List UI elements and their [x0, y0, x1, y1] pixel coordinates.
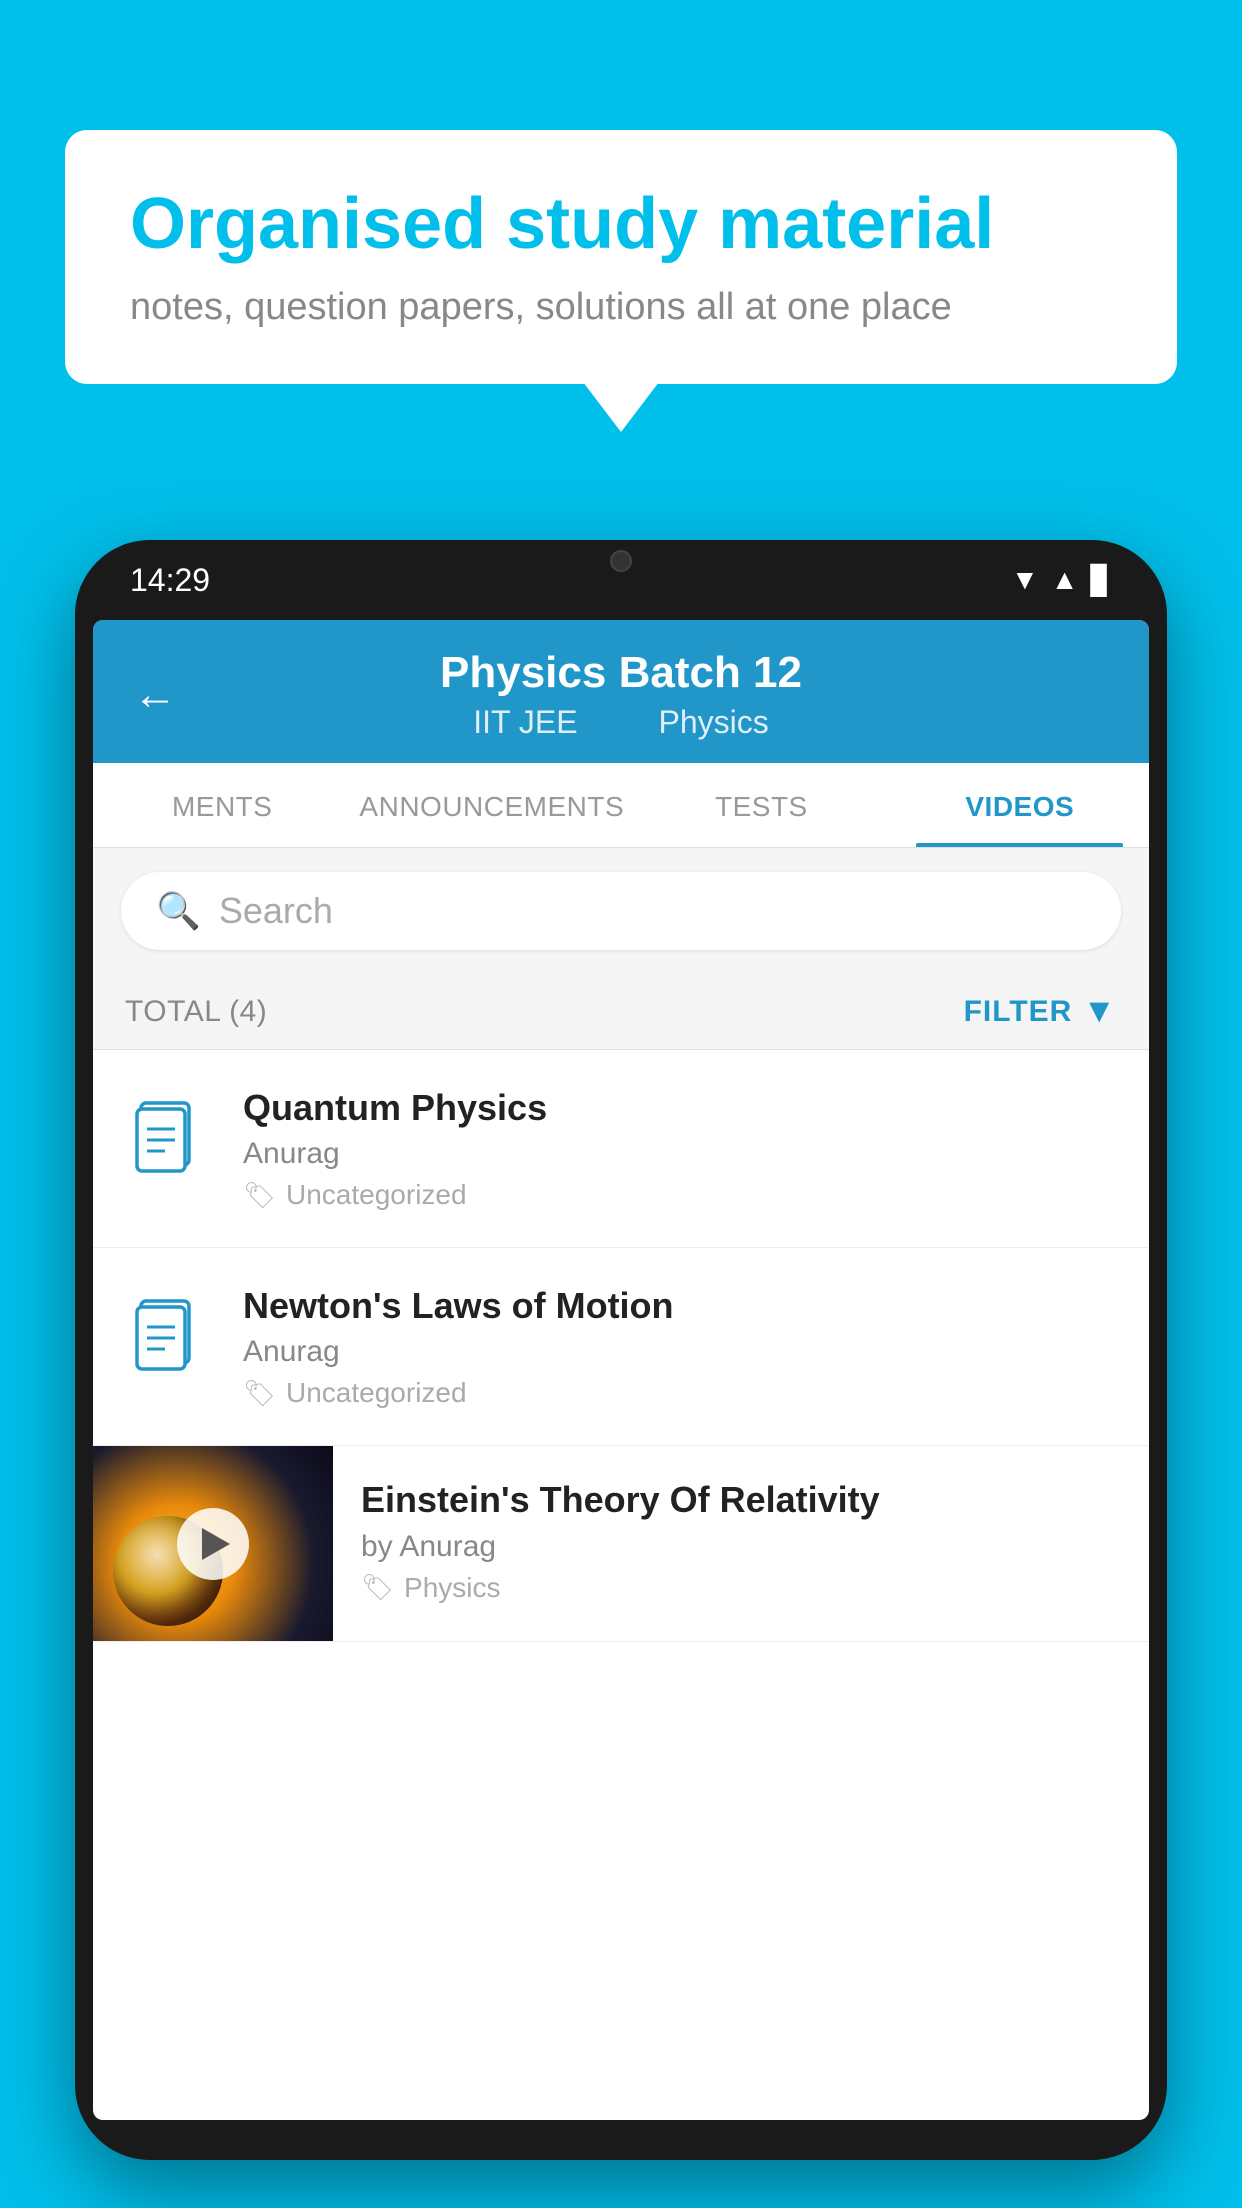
tab-announcements[interactable]: ANNOUNCEMENTS [351, 763, 632, 847]
header-center: Physics Batch 12 IIT JEE Physics [440, 648, 802, 741]
video-tag-3: 🏷 Physics [361, 1572, 1121, 1604]
tag-label-1: Uncategorized [286, 1179, 467, 1211]
app-header: ← Physics Batch 12 IIT JEE Physics [93, 620, 1149, 763]
video-tag-2: 🏷 Uncategorized [243, 1377, 1117, 1409]
header-title: Physics Batch 12 [440, 648, 802, 698]
search-icon: 🔍 [156, 890, 201, 932]
header-row: ← Physics Batch 12 IIT JEE Physics [133, 648, 1109, 741]
play-icon [202, 1528, 230, 1560]
tabs-bar: MENTS ANNOUNCEMENTS TESTS VIDEOS [93, 763, 1149, 848]
video-title-3: Einstein's Theory Of Relativity [361, 1478, 1121, 1521]
header-subtitle-iitjee: IIT JEE [473, 704, 577, 740]
search-placeholder: Search [219, 890, 333, 932]
search-container: 🔍 Search [93, 848, 1149, 974]
filter-label: FILTER [964, 995, 1073, 1029]
phone-notch [561, 540, 681, 582]
file-svg-icon-2 [133, 1295, 208, 1380]
tag-icon-2: 🏷 [243, 1378, 276, 1409]
video-thumbnail [93, 1446, 333, 1641]
video-info-2: Newton's Laws of Motion Anurag 🏷 Uncateg… [243, 1284, 1117, 1409]
phone-screen: ← Physics Batch 12 IIT JEE Physics MENTS [93, 620, 1149, 2120]
video-author-1: Anurag [243, 1137, 1117, 1171]
play-button[interactable] [177, 1508, 249, 1580]
video-author-3: by Anurag [361, 1530, 1121, 1564]
phone-status-icons: ▼ ▲ ▊ [1011, 564, 1112, 597]
file-svg-icon [133, 1097, 208, 1182]
total-count: TOTAL (4) [125, 995, 267, 1029]
phone: 14:29 ▼ ▲ ▊ ← Physics Batch 12 IIT JEE [75, 540, 1167, 2160]
bubble-subtitle: notes, question papers, solutions all at… [130, 286, 1112, 329]
file-icon-1 [125, 1094, 215, 1184]
video-info-1: Quantum Physics Anurag 🏷 Uncategorized [243, 1086, 1117, 1211]
list-item[interactable]: Quantum Physics Anurag 🏷 Uncategorized [93, 1050, 1149, 1248]
tab-videos[interactable]: VIDEOS [891, 763, 1149, 847]
phone-top-bar: 14:29 ▼ ▲ ▊ [75, 540, 1167, 620]
header-subtitle-physics: Physics [658, 704, 768, 740]
video-title-2: Newton's Laws of Motion [243, 1284, 1117, 1327]
search-bar[interactable]: 🔍 Search [121, 872, 1121, 950]
video-list: Quantum Physics Anurag 🏷 Uncategorized [93, 1050, 1149, 1642]
file-icon-2 [125, 1292, 215, 1382]
speech-bubble: Organised study material notes, question… [65, 130, 1177, 384]
filter-button[interactable]: FILTER ▼ [964, 992, 1117, 1031]
video-author-2: Anurag [243, 1335, 1117, 1369]
wifi-icon: ▼ [1011, 564, 1039, 596]
list-item[interactable]: Newton's Laws of Motion Anurag 🏷 Uncateg… [93, 1248, 1149, 1446]
video-tag-1: 🏷 Uncategorized [243, 1179, 1117, 1211]
tag-label-2: Uncategorized [286, 1377, 467, 1409]
speech-bubble-container: Organised study material notes, question… [65, 130, 1177, 384]
header-subtitle: IIT JEE Physics [440, 704, 802, 741]
phone-camera [610, 550, 632, 572]
filter-funnel-icon: ▼ [1082, 992, 1117, 1031]
battery-icon: ▊ [1090, 564, 1112, 597]
back-arrow-button[interactable]: ← [133, 670, 177, 720]
video-info-3: Einstein's Theory Of Relativity by Anura… [333, 1446, 1149, 1635]
filter-row: TOTAL (4) FILTER ▼ [93, 974, 1149, 1050]
tag-icon-1: 🏷 [243, 1180, 276, 1211]
phone-container: 14:29 ▼ ▲ ▊ ← Physics Batch 12 IIT JEE [75, 540, 1167, 2208]
tab-ments[interactable]: MENTS [93, 763, 351, 847]
phone-time: 14:29 [130, 562, 210, 599]
tag-icon-3: 🏷 [361, 1572, 394, 1603]
list-item[interactable]: Einstein's Theory Of Relativity by Anura… [93, 1446, 1149, 1642]
bubble-title: Organised study material [130, 185, 1112, 264]
video-title-1: Quantum Physics [243, 1086, 1117, 1129]
tab-tests[interactable]: TESTS [632, 763, 890, 847]
signal-icon: ▲ [1051, 564, 1079, 596]
tag-label-3: Physics [404, 1572, 500, 1604]
